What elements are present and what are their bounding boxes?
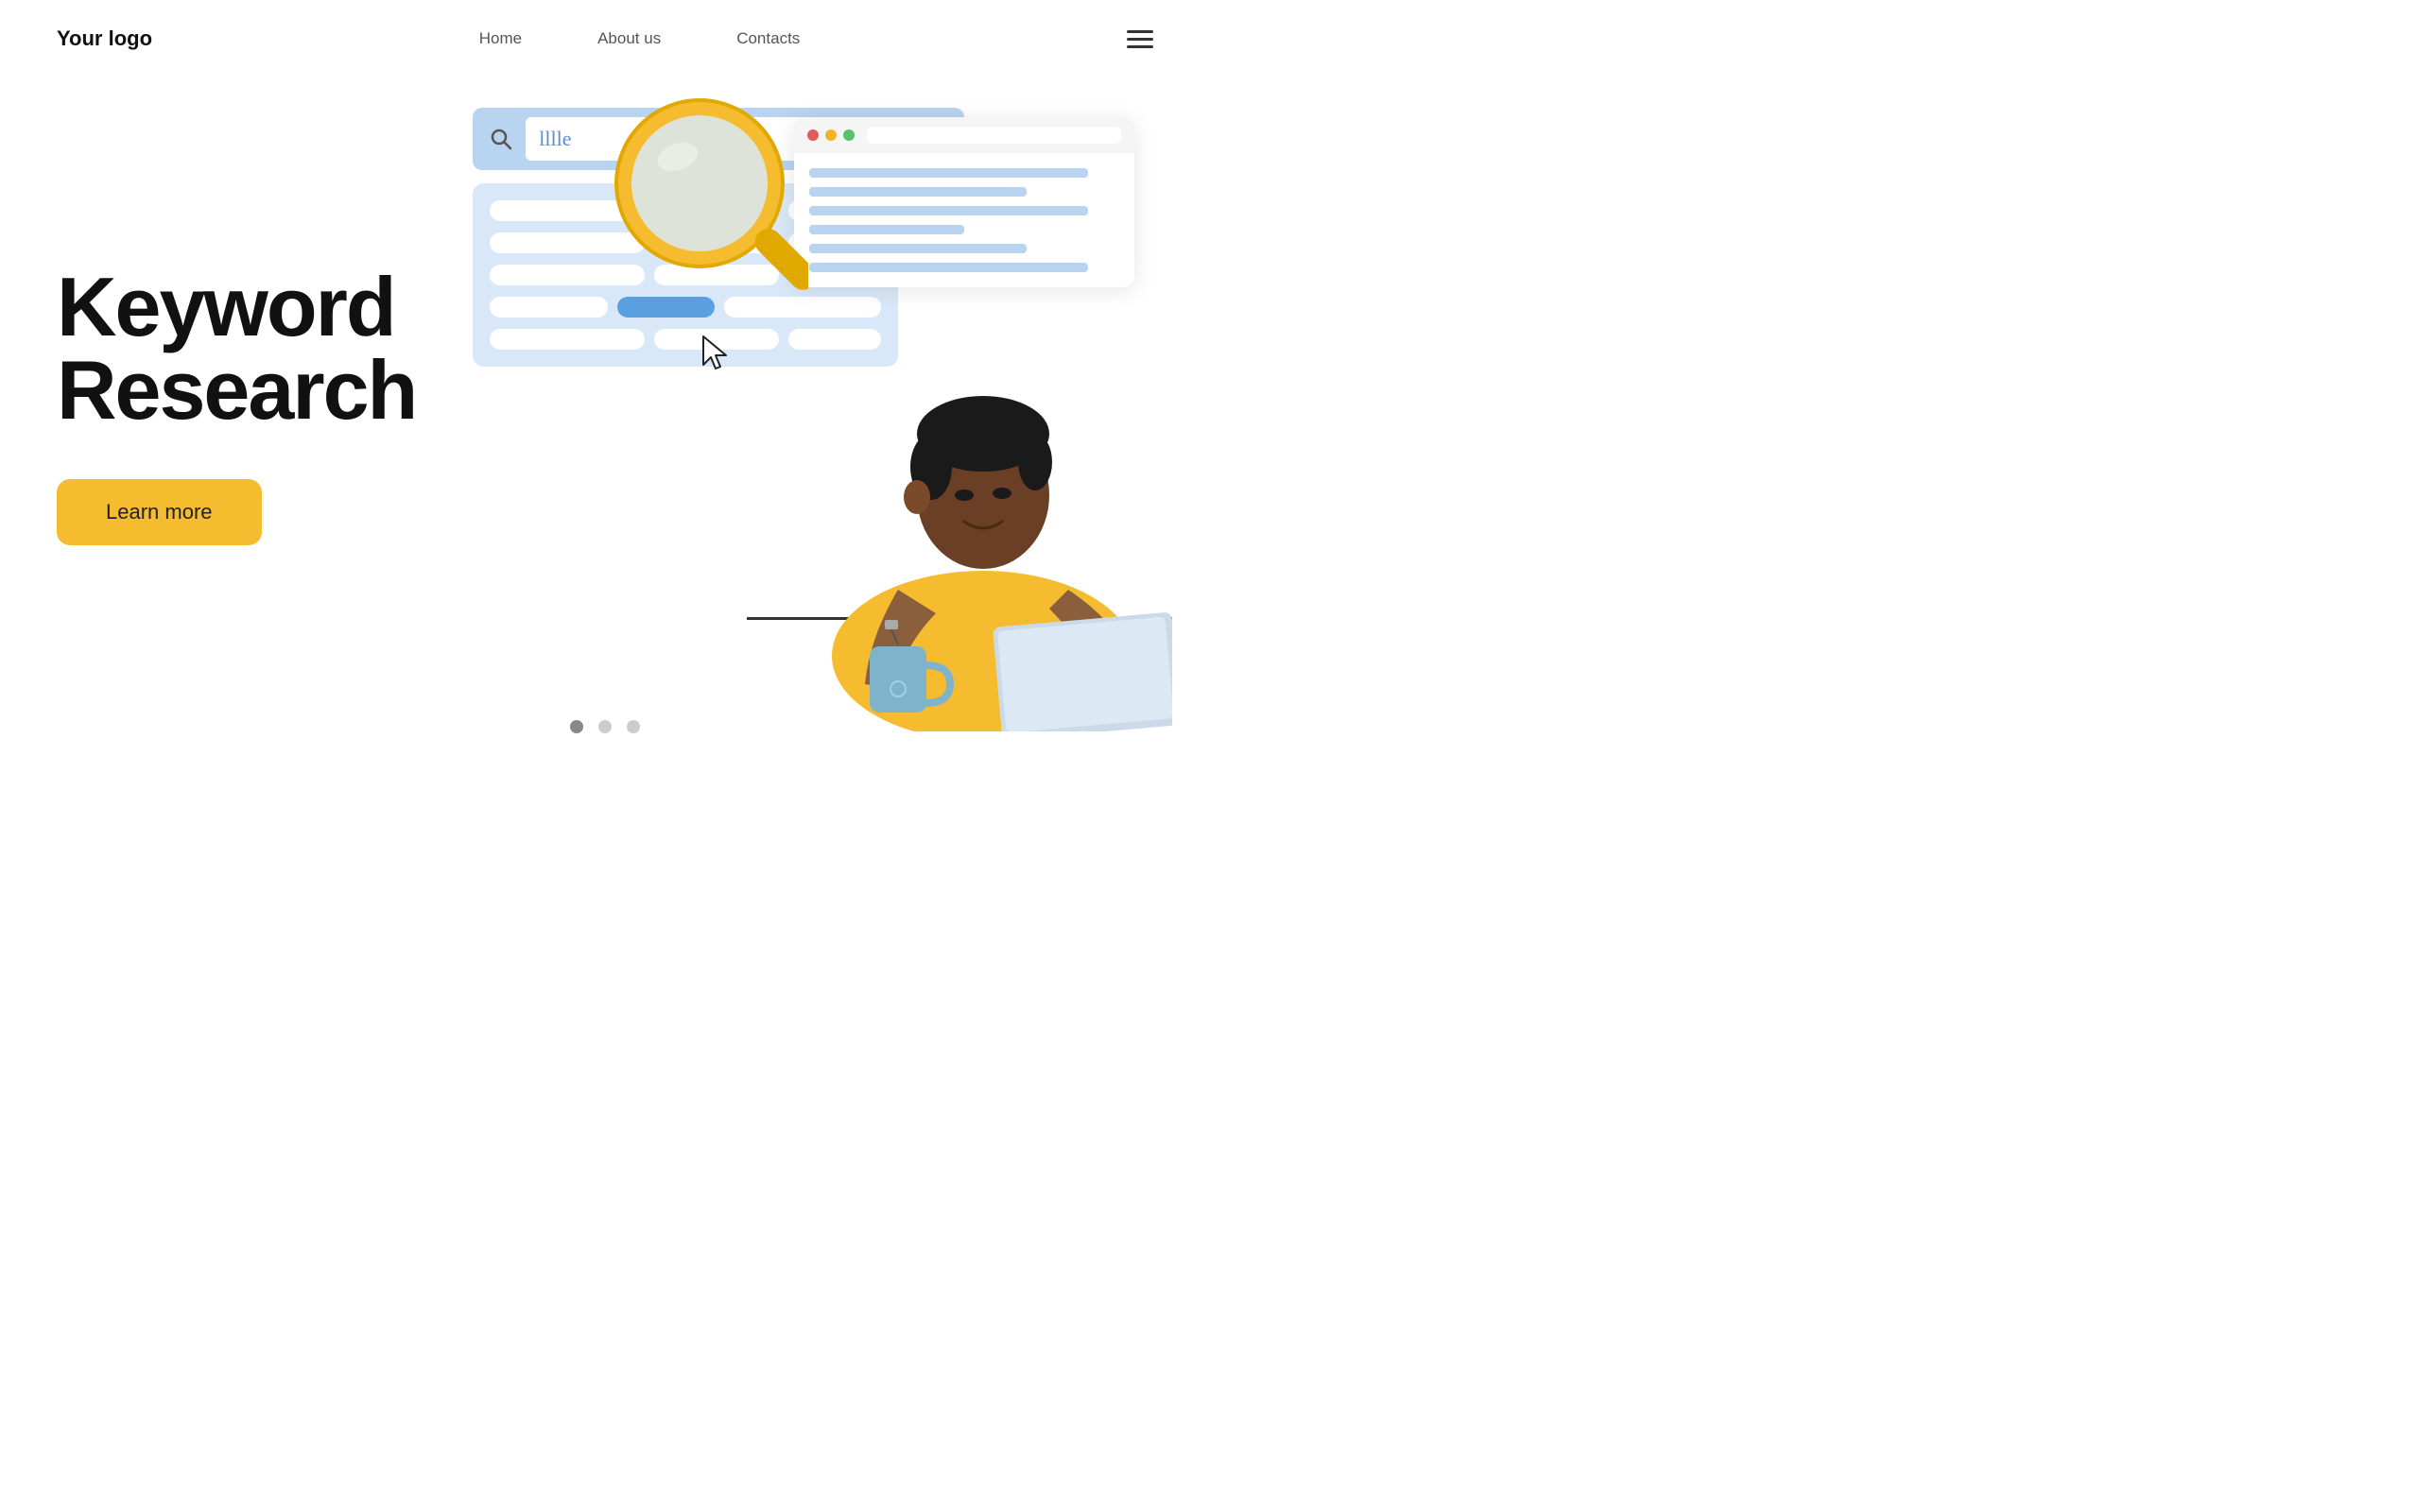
search-squiggle-text: lllle <box>539 127 571 151</box>
hero-title-line2: Research <box>57 343 416 437</box>
nav-links: Home About us Contacts <box>479 29 801 48</box>
nav-link-home[interactable]: Home <box>479 29 522 48</box>
hamburger-line-3 <box>1127 45 1153 48</box>
search-circle-icon <box>486 124 516 154</box>
browser-window <box>794 117 1134 287</box>
browser-content-line <box>809 206 1088 215</box>
hamburger-line-2 <box>1127 38 1153 41</box>
navbar: Your logo Home About us Contacts <box>0 0 1210 51</box>
nav-link-contacts[interactable]: Contacts <box>736 29 800 48</box>
logo: Your logo <box>57 26 152 51</box>
browser-dot-yellow <box>825 129 837 141</box>
browser-content-line <box>809 225 964 234</box>
hamburger-menu[interactable] <box>1127 30 1153 48</box>
pagination-dots <box>570 720 640 733</box>
browser-dot-green <box>843 129 855 141</box>
browser-content-line <box>809 244 1027 253</box>
learn-more-button[interactable]: Learn more <box>57 479 262 545</box>
pagination-dot-2[interactable] <box>598 720 612 733</box>
result-pill <box>490 297 607 318</box>
hero-title-line1: Keyword <box>57 260 395 353</box>
browser-dot-red <box>807 129 819 141</box>
hero-left: Keyword Research Learn more <box>57 266 416 545</box>
nav-link-about[interactable]: About us <box>597 29 661 48</box>
magnifier-illustration <box>600 89 808 320</box>
browser-content <box>794 153 1134 287</box>
browser-address-bar <box>867 127 1121 144</box>
browser-content-line <box>809 168 1088 178</box>
pagination-dot-1[interactable] <box>570 720 583 733</box>
hero-section: Keyword Research Learn more lllle <box>0 51 1210 731</box>
hero-right: lllle <box>416 79 1153 731</box>
browser-bar <box>794 117 1134 153</box>
hero-title: Keyword Research <box>57 266 416 432</box>
browser-content-line <box>809 263 1088 272</box>
hamburger-line-1 <box>1127 30 1153 33</box>
pagination-dot-3[interactable] <box>627 720 640 733</box>
result-pill <box>490 329 645 350</box>
person-illustration <box>775 278 1172 731</box>
cursor-icon <box>700 335 732 380</box>
browser-content-line <box>809 187 1027 197</box>
